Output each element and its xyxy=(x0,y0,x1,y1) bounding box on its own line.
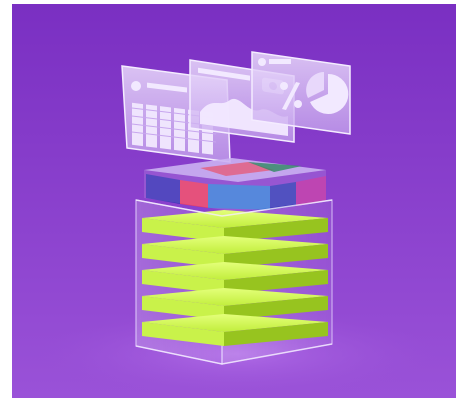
image-frame xyxy=(0,0,467,404)
database-stack-icon xyxy=(135,158,333,365)
pie-chart-panel-icon xyxy=(251,51,351,135)
illustration xyxy=(12,4,456,398)
database-illustration-svg xyxy=(12,4,456,398)
